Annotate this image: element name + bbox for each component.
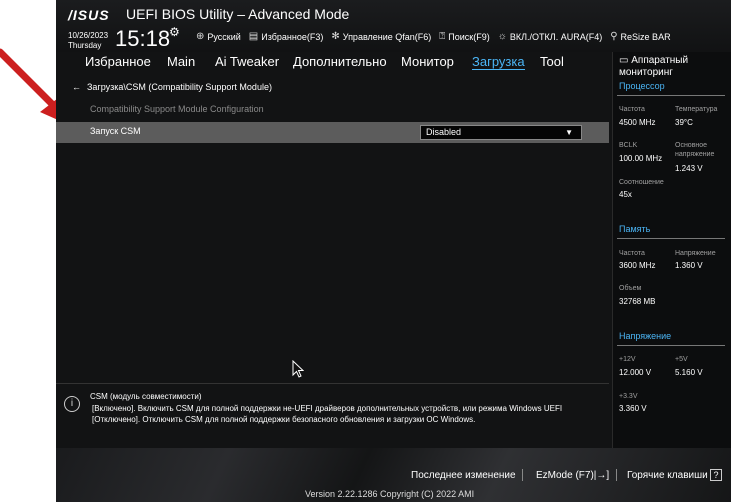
aura-button[interactable]: ☼ ВКЛ./ОТКЛ. AURA(F4) [498, 31, 602, 42]
v12-value: 12.000 V [619, 368, 652, 377]
help-box-icon: ? [710, 469, 722, 481]
help-line-2: [Отключено]. Отключить CSM для полной по… [92, 415, 476, 424]
ratio-label: Соотношение [619, 179, 664, 186]
asus-logo: /ISUS [68, 7, 110, 23]
favorites-label: Избранное(F3) [261, 31, 324, 42]
clock: 15:18 [115, 26, 171, 51]
monitor-title: ▭ Аппаратный мониторинг [619, 55, 731, 79]
app-title: UEFI BIOS Utility – Advanced Mode [126, 6, 350, 22]
ezmode-button[interactable]: EzMode (F7)|→] [536, 470, 609, 481]
footer-divider [616, 469, 617, 481]
footer-divider [522, 469, 523, 481]
csm-dropdown[interactable]: Disabled ▼ [420, 125, 582, 140]
hotkeys-label: Горячие клавиши [627, 470, 708, 481]
globe-icon: ⊕ [196, 31, 205, 42]
language-button[interactable]: ⊕ Русский [196, 31, 241, 42]
v5-value: 5.160 V [675, 368, 703, 377]
help-title: CSM (модуль совместимости) [90, 392, 202, 401]
base-voltage-value: 1.243 V [675, 164, 703, 173]
resize-bar-icon: ⚲ [610, 31, 618, 42]
help-panel: i CSM (модуль совместимости) [Включено].… [56, 383, 609, 448]
hardware-monitor-panel: ▭ Аппаратный мониторинг Процессор Частот… [612, 52, 731, 448]
mem-freq-label: Частота [619, 250, 645, 257]
header: /ISUS UEFI BIOS Utility – Advanced Mode … [56, 0, 731, 52]
hotkey-bar: ⊕ Русский ▤ Избранное(F3) ✻ Управление Q… [196, 31, 671, 42]
section-divider [617, 238, 725, 239]
v5-label: +5V [675, 356, 688, 363]
info-icon: i [64, 396, 80, 412]
main-panel: ← Загрузка\CSM (Compatibility Support Mo… [56, 76, 609, 380]
mem-freq-value: 3600 MHz [619, 261, 656, 270]
date-display: 10/26/2023 Thursday [68, 31, 108, 51]
csm-setting-row[interactable]: Запуск CSM Disabled ▼ [56, 122, 609, 143]
csm-dropdown-value: Disabled [426, 127, 462, 137]
bclk-label: BCLK [619, 142, 638, 149]
v33-value: 3.360 V [619, 404, 647, 413]
ratio-value: 45x [619, 190, 632, 199]
favorites-icon: ▤ [248, 31, 259, 42]
breadcrumb-text: Загрузка\CSM (Compatibility Support Modu… [87, 82, 272, 92]
cpu-temp-label: Температура [675, 106, 718, 113]
tab-favorites[interactable]: Избранное [85, 54, 151, 69]
aura-icon: ☼ [497, 31, 507, 42]
help-box-icon: ⍰ [439, 31, 446, 42]
voltage-section-title: Напряжение [619, 331, 672, 341]
mem-capacity-value: 32768 MB [619, 297, 656, 306]
dropdown-arrow-icon: ▼ [565, 128, 573, 137]
base-voltage-label: Основное напряжение [675, 142, 715, 158]
aura-label: ВКЛ./ОТКЛ. AURA(F4) [509, 31, 603, 42]
gear-icon[interactable]: ⚙ [169, 25, 180, 39]
v33-label: +3.3V [619, 393, 638, 400]
bclk-value: 100.00 MHz [619, 154, 663, 163]
cpu-temp-value: 39°C [675, 118, 693, 127]
mem-voltage-label: Напряжение [675, 250, 716, 257]
search-button[interactable]: ⍰ Поиск(F9) [439, 31, 489, 42]
monitor-screen-icon: ▭ [619, 55, 632, 66]
csm-label: Запуск CSM [90, 126, 141, 136]
version-text: Version 2.22.1286 Copyright (C) 2022 AMI [305, 489, 475, 499]
footer: Последнее изменение EzMode (F7)|→] Горяч… [56, 448, 731, 502]
mem-voltage-value: 1.360 V [675, 261, 703, 270]
resize-bar-label: ReSize BAR [620, 31, 671, 42]
hotkeys-button[interactable]: Горячие клавиши ? [627, 469, 722, 481]
help-line-1: [Включено]. Включить CSM для полной подд… [92, 404, 563, 413]
section-description: Compatibility Support Module Configurati… [90, 104, 264, 114]
tab-main[interactable]: Main [167, 54, 195, 69]
tab-boot[interactable]: Загрузка [472, 54, 525, 70]
back-arrow-icon[interactable]: ← [72, 82, 81, 92]
tab-advanced[interactable]: Дополнительно [293, 54, 387, 69]
day-text: Thursday [68, 41, 102, 50]
tab-ai-tweaker[interactable]: Ai Tweaker [215, 54, 279, 69]
mouse-cursor-icon [292, 360, 304, 378]
date-text: 10/26/2023 [68, 31, 109, 40]
qfan-button[interactable]: ✻ Управление Qfan(F6) [331, 31, 431, 42]
resize-bar-button[interactable]: ⚲ ReSize BAR [610, 31, 670, 42]
breadcrumb[interactable]: ← Загрузка\CSM (Compatibility Support Mo… [72, 82, 272, 92]
language-label: Русский [207, 31, 241, 42]
section-divider [617, 95, 725, 96]
section-divider [617, 345, 725, 346]
tab-tool[interactable]: Tool [540, 54, 564, 69]
qfan-label: Управление Qfan(F6) [342, 31, 432, 42]
processor-section-title: Процессор [619, 81, 665, 91]
mem-capacity-label: Объем [619, 285, 642, 292]
cpu-freq-label: Частота [619, 106, 645, 113]
v12-label: +12V [619, 356, 636, 363]
cpu-freq-value: 4500 MHz [619, 118, 656, 127]
search-label: Поиск(F9) [448, 31, 490, 42]
bios-window: /ISUS UEFI BIOS Utility – Advanced Mode … [56, 0, 731, 502]
fan-icon: ✻ [331, 31, 340, 42]
tab-bar: Избранное Main Ai Tweaker Дополнительно … [56, 54, 612, 74]
tab-monitor[interactable]: Монитор [401, 54, 454, 69]
last-change-button[interactable]: Последнее изменение [411, 470, 516, 481]
favorites-button[interactable]: ▤ Избранное(F3) [249, 31, 324, 42]
memory-section-title: Память [619, 224, 651, 234]
